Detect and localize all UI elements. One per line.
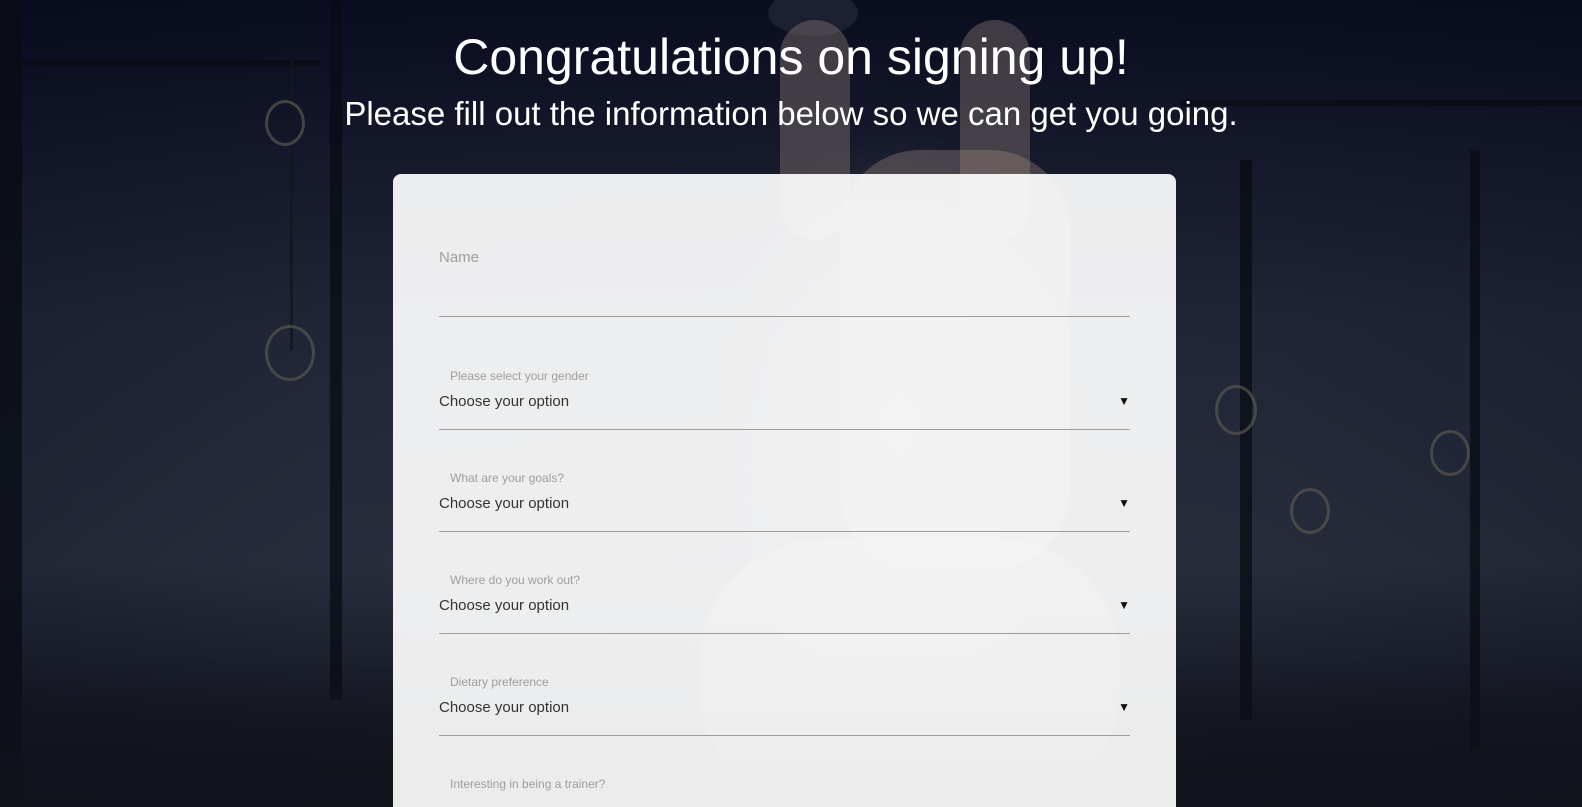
gender-select-value: Choose your option [439,393,570,410]
trainer-interest-select-label: Interesting in being a trainer? [450,777,606,791]
gym-ring [1290,488,1330,534]
background-beam [1240,160,1252,720]
signup-form-card: Name Please select your gender Choose yo… [393,174,1176,807]
gym-ring [265,325,315,381]
trainer-interest-select[interactable]: Interesting in being a trainer? [439,777,1130,807]
dietary-preference-select-value: Choose your option [439,699,570,716]
name-field[interactable]: Name [439,246,1134,317]
page-title: Congratulations on signing up! [453,29,1129,85]
dietary-preference-select-label: Dietary preference [450,675,549,689]
name-input[interactable] [439,284,1134,316]
signup-page: Congratulations on signing up! Please fi… [0,0,1582,807]
gym-ring [1430,430,1470,476]
triangle-down-icon[interactable]: ▼ [1118,700,1130,714]
workout-location-select-label: Where do you work out? [450,573,581,587]
workout-location-select-value: Choose your option [439,597,570,614]
gym-ring [1215,385,1257,435]
goals-select-value: Choose your option [439,495,570,512]
gender-select-label: Please select your gender [450,369,589,383]
page-subtitle: Please fill out the information below so… [344,95,1238,132]
gender-select[interactable]: Please select your gender Choose your op… [439,369,1130,430]
page-header: Congratulations on signing up! Please fi… [0,22,1582,136]
name-field-label: Name [439,249,480,266]
triangle-down-icon[interactable]: ▼ [1118,496,1130,510]
triangle-down-icon[interactable]: ▼ [1118,394,1130,408]
triangle-down-icon[interactable]: ▼ [1118,598,1130,612]
goals-select-label: What are your goals? [450,471,565,485]
dietary-preference-select[interactable]: Dietary preference Choose your option ▼ [439,675,1130,736]
goals-select[interactable]: What are your goals? Choose your option … [439,471,1130,532]
workout-location-select[interactable]: Where do you work out? Choose your optio… [439,573,1130,634]
